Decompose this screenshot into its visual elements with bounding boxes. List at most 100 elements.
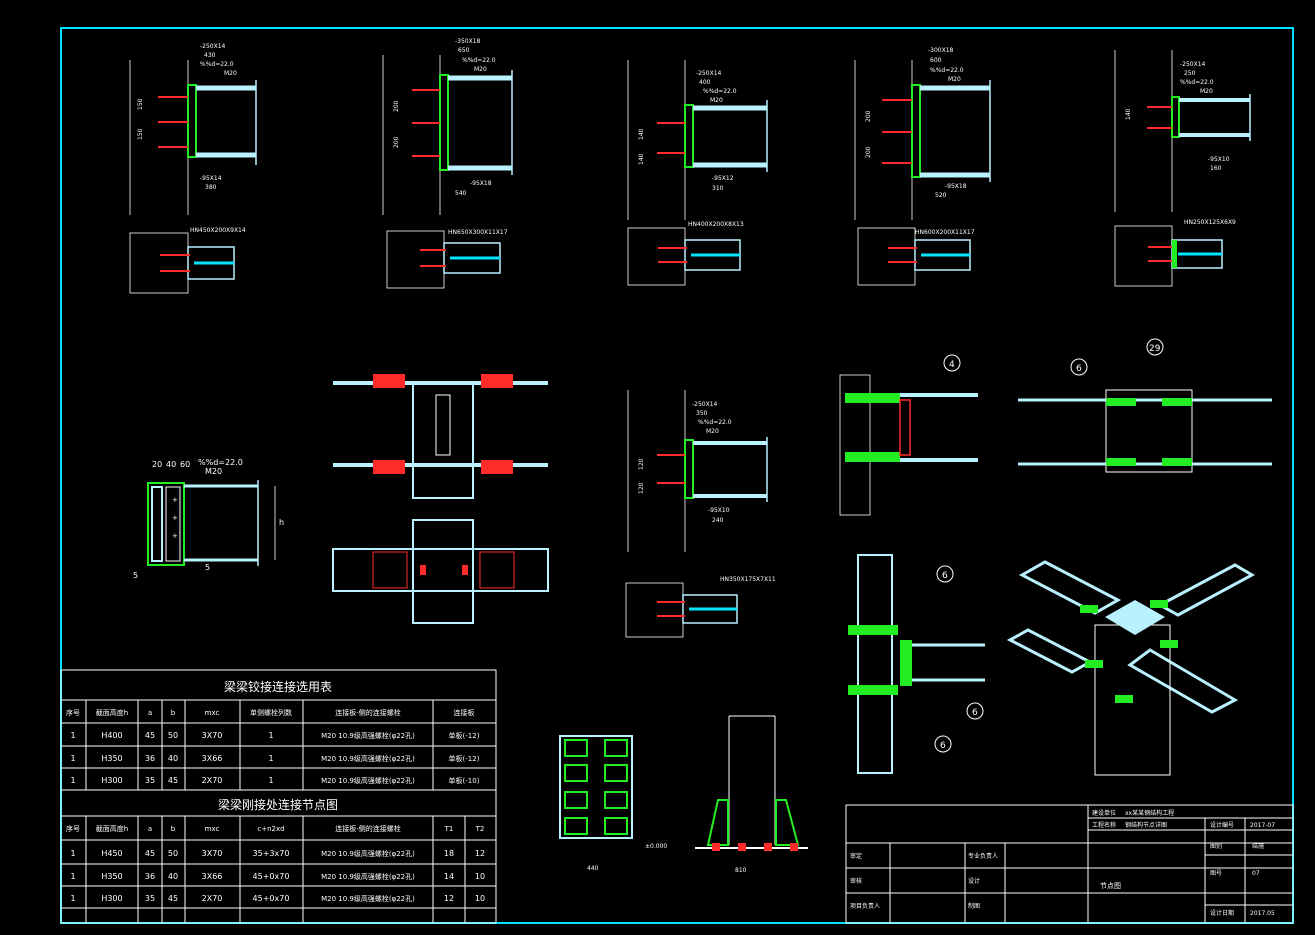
detail-6: -250X14 350 %%d=22.0 M20 -95X10 240 120 … bbox=[625, 390, 776, 638]
svg-text:3X70: 3X70 bbox=[202, 849, 223, 858]
table2-header: c+n2xd bbox=[257, 825, 284, 833]
table2-row: 1 H300 35 45 2X70 45+0x70 M20 10.9级高强螺栓(… bbox=[70, 894, 485, 903]
table2-header: T2 bbox=[475, 825, 485, 833]
d2-section: HN650X300X11X17 bbox=[448, 229, 508, 236]
d3-stiffener: -95X12 bbox=[712, 175, 734, 182]
d1-plate: -250X14 bbox=[200, 43, 226, 50]
table2-header: 序号 bbox=[66, 824, 80, 833]
table1-header: b bbox=[171, 709, 176, 717]
svg-text:40: 40 bbox=[168, 754, 178, 763]
tb-r3b: 制图 bbox=[968, 902, 980, 910]
svg-text:M20 10.9级高强螺栓(φ22孔): M20 10.9级高强螺栓(φ22孔) bbox=[321, 872, 415, 881]
table2-header: a bbox=[148, 825, 152, 833]
d2-bolt: %%d=22.0 bbox=[462, 57, 496, 64]
d2-dim-1: 200 bbox=[393, 100, 400, 112]
d1-dim-1: 150 bbox=[137, 98, 144, 110]
d2-width: 650 bbox=[458, 47, 470, 54]
d5-grade: M20 bbox=[1200, 88, 1213, 95]
d1-bolt: %%d=22.0 bbox=[200, 61, 234, 68]
svg-text:14: 14 bbox=[444, 872, 454, 881]
d2-grade: M20 bbox=[474, 66, 487, 73]
d1-stiffener: -95X14 bbox=[200, 175, 222, 182]
table1-row: 1 H300 35 45 2X70 1 M20 10.9级高强螺栓(φ22孔) … bbox=[70, 776, 479, 785]
table2-header: T1 bbox=[444, 825, 454, 833]
isometric-joint bbox=[1006, 560, 1256, 776]
svg-text:1: 1 bbox=[70, 776, 75, 785]
d5-plate: -250X14 bbox=[1180, 61, 1206, 68]
svg-text:45: 45 bbox=[168, 894, 178, 903]
cad-drawing-canvas: -250X14 430 %%d=22.0 M20 -95X14 380 150 … bbox=[60, 27, 1294, 924]
table1-header: a bbox=[148, 709, 152, 717]
d5-bolt: %%d=22.0 bbox=[1180, 79, 1214, 86]
d4-dim-b: 520 bbox=[935, 192, 947, 199]
d6-plate: -250X14 bbox=[692, 401, 718, 408]
d4-grade: M20 bbox=[948, 76, 961, 83]
svg-text:1: 1 bbox=[70, 894, 75, 903]
table1-header: 连接板-侧的连接螺栓 bbox=[335, 708, 401, 717]
d3-dim-b: 310 bbox=[712, 185, 724, 192]
d3-dim-1: 140 bbox=[638, 128, 645, 140]
tb-no: 2017-07 bbox=[1250, 822, 1275, 829]
d2-plate: -350X18 bbox=[455, 38, 481, 45]
svg-text:10: 10 bbox=[475, 894, 485, 903]
d1-dim-b: 380 bbox=[205, 184, 217, 191]
svg-text:H300: H300 bbox=[101, 776, 122, 785]
drawing-frame bbox=[60, 27, 1294, 924]
table1-row: 1 H400 45 50 3X70 1 M20 10.9级高强螺栓(φ22孔) … bbox=[70, 731, 479, 740]
svg-text:1: 1 bbox=[268, 731, 273, 740]
svg-text:M20 10.9级高强螺栓(φ22孔): M20 10.9级高强螺栓(φ22孔) bbox=[321, 776, 415, 785]
svg-text:+: + bbox=[172, 496, 178, 504]
base-dim: 440 bbox=[587, 865, 599, 872]
svg-text:3X70: 3X70 bbox=[202, 731, 223, 740]
gusset-grade: M20 bbox=[205, 467, 222, 476]
tb-sheet-val: 结施 bbox=[1252, 842, 1264, 850]
table2-header: mxc bbox=[205, 825, 220, 833]
tb-r3a: 项目负责人 bbox=[850, 902, 880, 910]
d3-grade: M20 bbox=[710, 97, 723, 104]
table2-row: 1 H350 36 40 3X66 45+0x70 M20 10.9级高强螺栓(… bbox=[70, 872, 485, 881]
gusset-height: h bbox=[279, 518, 284, 527]
d5-width: 250 bbox=[1184, 70, 1196, 77]
table1-header: 单侧螺栓列数 bbox=[250, 708, 292, 717]
rigid-node-4: 4 bbox=[839, 354, 978, 516]
svg-text:1: 1 bbox=[70, 754, 75, 763]
table2-row: 1 H450 45 50 3X70 35+3x70 M20 10.9级高强螺栓(… bbox=[70, 849, 485, 858]
d1-grade: M20 bbox=[224, 70, 237, 77]
svg-text:45: 45 bbox=[145, 731, 155, 740]
svg-text:H400: H400 bbox=[101, 731, 122, 740]
tb-r2b: 设计 bbox=[968, 877, 980, 885]
d4-plate: -300X18 bbox=[928, 47, 954, 54]
svg-text:2X70: 2X70 bbox=[202, 894, 223, 903]
bubble-29: 29 bbox=[1149, 344, 1161, 354]
svg-text:1: 1 bbox=[268, 776, 273, 785]
table2-header: 连接板-侧的连接螺栓 bbox=[335, 824, 401, 833]
svg-text:1: 1 bbox=[70, 872, 75, 881]
svg-text:36: 36 bbox=[145, 872, 155, 881]
d3-section: HN400X200X8X13 bbox=[688, 221, 744, 228]
svg-text:M20 10.9级高强螺栓(φ22孔): M20 10.9级高强螺栓(φ22孔) bbox=[321, 754, 415, 763]
svg-text:18: 18 bbox=[444, 849, 454, 858]
d5-dim-b: 160 bbox=[1210, 165, 1222, 172]
bubble-6-c: 6 bbox=[972, 708, 978, 718]
d6-dim-2: 120 bbox=[638, 482, 645, 494]
svg-text:1: 1 bbox=[268, 754, 273, 763]
d6-stiffener: -95X10 bbox=[708, 507, 730, 514]
d6-dim-b: 240 bbox=[712, 517, 724, 524]
svg-text:45+0x70: 45+0x70 bbox=[253, 872, 290, 881]
detail-5: -250X14 250 %%d=22.0 M20 -95X10 160 140 … bbox=[1114, 50, 1251, 287]
d6-section: HN350X175X7X11 bbox=[720, 576, 776, 583]
table1-header: mxc bbox=[205, 709, 220, 717]
title-block: 建设单位 xx某某钢结构工程 工程名称 钢结构节点详图 设计编号 2017-07… bbox=[845, 804, 1294, 924]
d3-dim-2: 140 bbox=[638, 153, 645, 165]
bubble-4: 4 bbox=[949, 360, 955, 370]
detail-3: -250X14 400 %%d=22.0 M20 -95X12 310 140 … bbox=[627, 60, 768, 286]
gusset-dim-40: 40 bbox=[166, 460, 176, 469]
tb-sheet-label: 图别 bbox=[1210, 842, 1222, 850]
tb-sheet-name: 节点图 bbox=[1100, 882, 1121, 890]
table1-header: 截面高度h bbox=[96, 708, 128, 717]
svg-text:50: 50 bbox=[168, 731, 178, 740]
d1-section: HN450X200X9X14 bbox=[190, 227, 246, 234]
d5-dim-1: 140 bbox=[1125, 108, 1132, 120]
table1-title: 梁梁铰接连接选用表 bbox=[224, 679, 332, 694]
svg-text:3X66: 3X66 bbox=[202, 754, 223, 763]
